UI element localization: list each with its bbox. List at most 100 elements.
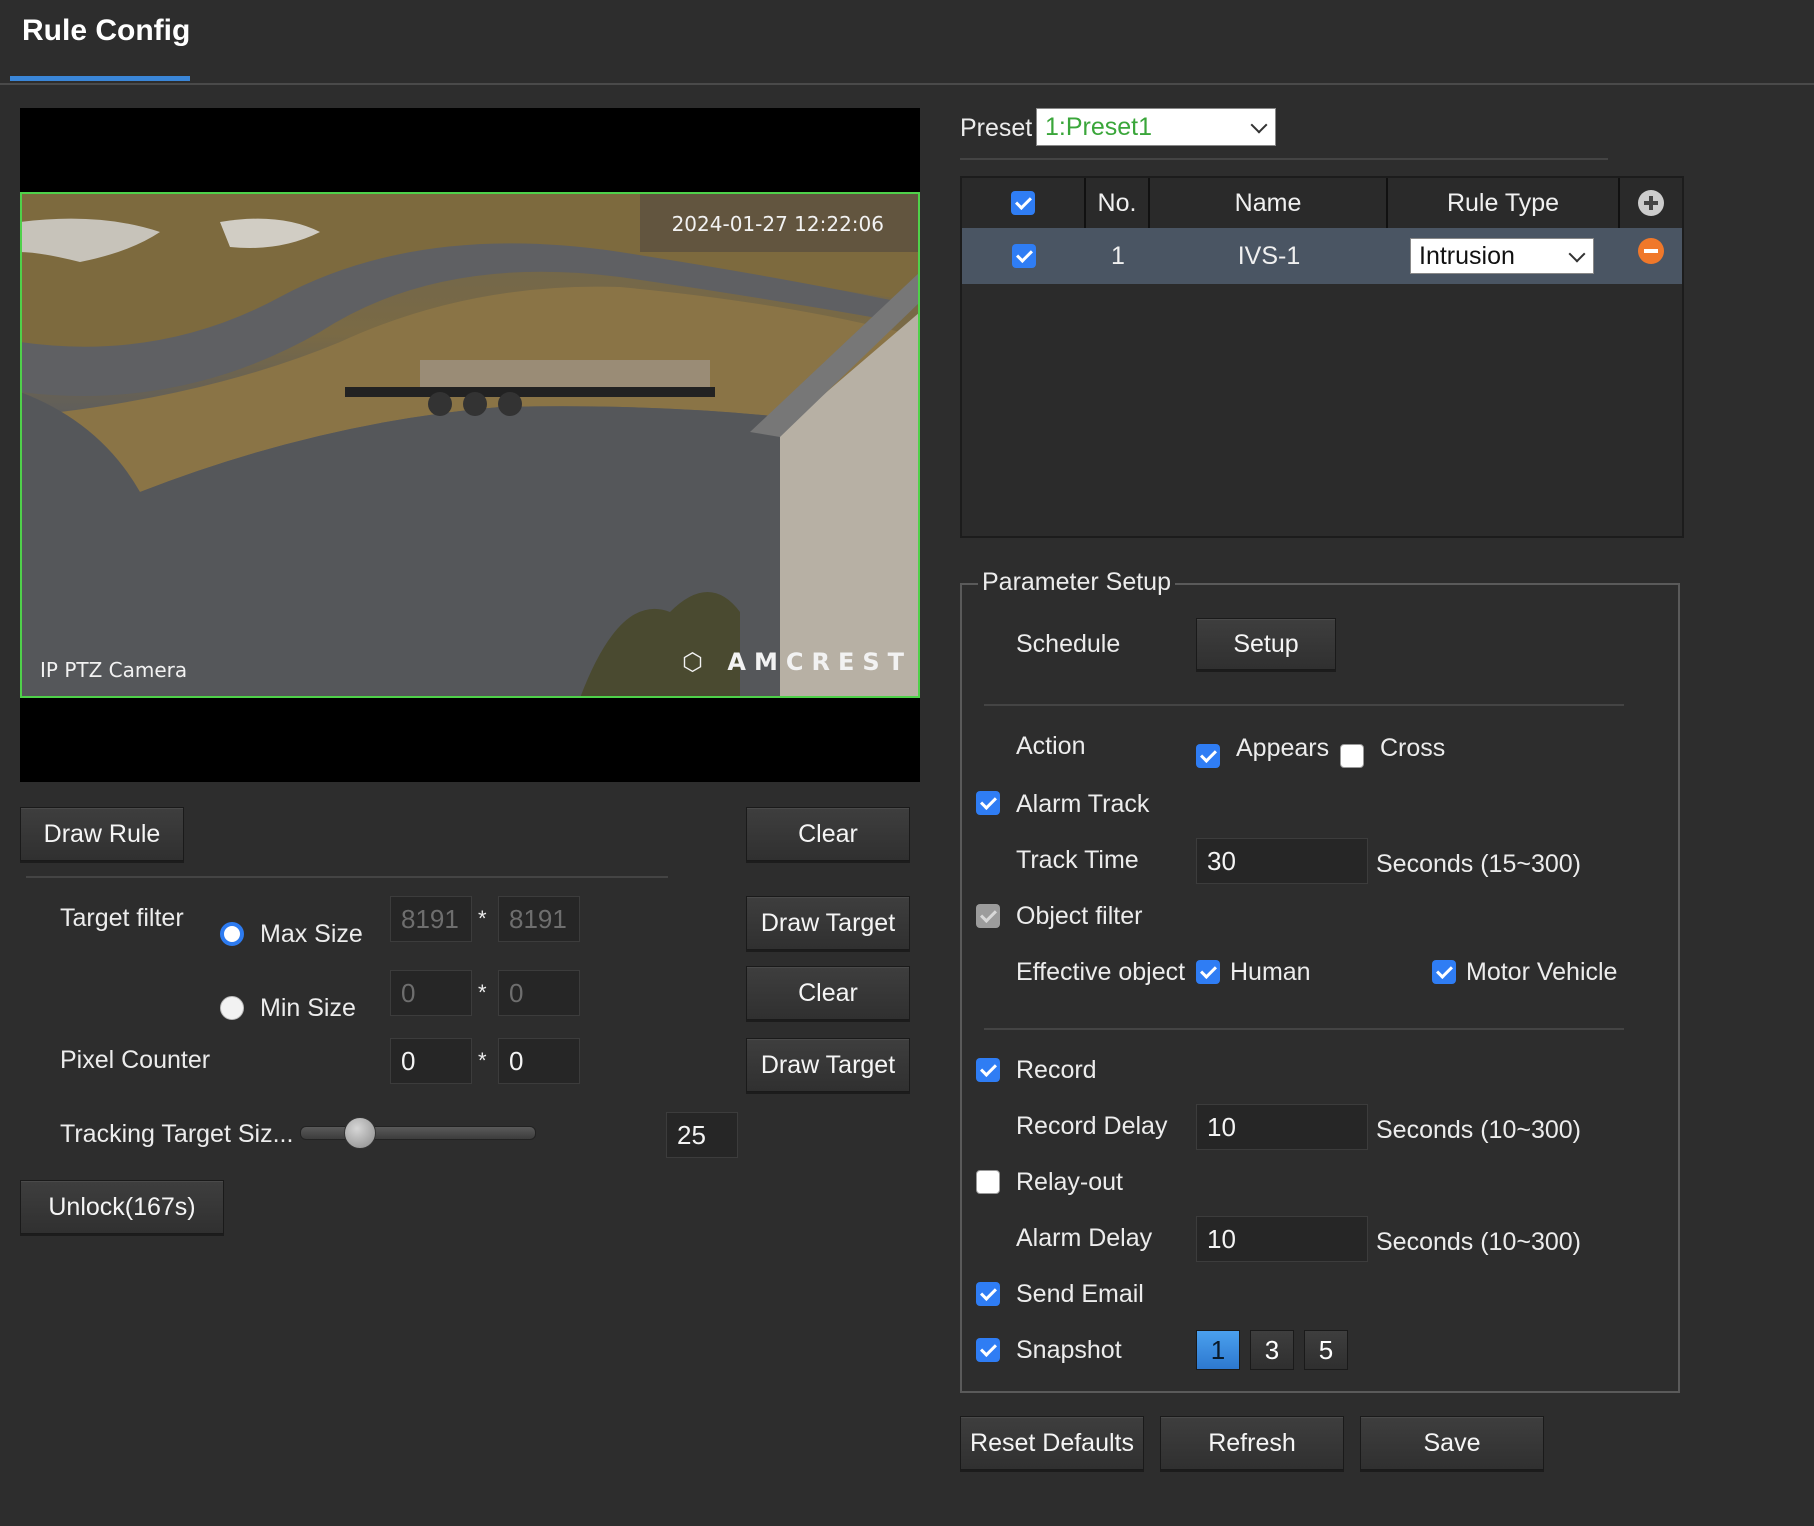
object-filter-label: Object filter (1016, 902, 1143, 930)
effective-object-label: Effective object (1016, 958, 1186, 986)
rule-table-header: No. Name Rule Type (962, 178, 1682, 229)
alarm-delay-range: Seconds (10~300) (1376, 1228, 1582, 1256)
reset-defaults-button[interactable]: Reset Defaults (960, 1416, 1144, 1470)
record-delay-input[interactable]: 10 (1196, 1104, 1368, 1150)
snapshot-checkbox[interactable] (976, 1338, 1000, 1362)
alarm-delay-label: Alarm Delay (1016, 1224, 1153, 1252)
motor-vehicle-label: Motor Vehicle (1466, 958, 1618, 986)
chevron-down-icon (1250, 116, 1268, 134)
snapshot-option-1[interactable]: 1 (1196, 1330, 1240, 1370)
header-add (1620, 178, 1682, 228)
schedule-setup-button[interactable]: Setup (1196, 618, 1336, 670)
preset-label: Preset (960, 114, 1033, 142)
header-divider (0, 83, 1814, 85)
parameter-setup-legend: Parameter Setup (978, 568, 1175, 597)
camera-scene-image (20, 192, 920, 698)
cross-label: Cross (1380, 734, 1446, 762)
param-divider-2 (984, 1028, 1624, 1030)
rule-type-value: Intrusion (1419, 241, 1515, 270)
send-email-label: Send Email (1016, 1280, 1144, 1308)
param-divider-1 (984, 704, 1624, 706)
send-email-checkbox[interactable] (976, 1282, 1000, 1306)
target-filter-label: Target filter (60, 904, 184, 932)
snapshot-label: Snapshot (1016, 1336, 1122, 1364)
max-size-width-input[interactable]: 8191 (390, 896, 472, 942)
record-delay-label: Record Delay (1016, 1112, 1168, 1140)
select-all-checkbox[interactable] (1011, 191, 1035, 215)
track-time-range: Seconds (15~300) (1376, 850, 1582, 878)
max-size-height-input[interactable]: 8191 (498, 896, 580, 942)
size-separator: * (478, 906, 487, 931)
camera-scene (20, 192, 920, 698)
header-no: No. (1086, 178, 1150, 228)
track-time-label: Track Time (1016, 846, 1139, 874)
cross-checkbox[interactable] (1340, 744, 1364, 768)
osd-camera-name: IP PTZ Camera (40, 658, 188, 682)
brand-hex-icon: ⬡ (682, 648, 728, 676)
track-time-input[interactable]: 30 (1196, 838, 1368, 884)
preset-divider (960, 158, 1608, 160)
draw-rule-button[interactable]: Draw Rule (20, 807, 184, 861)
size-separator: * (478, 1048, 487, 1073)
preset-select[interactable]: 1:Preset1 (1036, 108, 1276, 146)
rule-table: No. Name Rule Type 1 IVS-1 Intrusion (960, 176, 1684, 538)
min-size-width-input[interactable]: 0 (390, 970, 472, 1016)
min-size-radio[interactable] (220, 996, 244, 1020)
tracking-size-value[interactable]: 25 (666, 1112, 738, 1158)
pixel-counter-height[interactable]: 0 (498, 1038, 580, 1084)
human-checkbox[interactable] (1196, 960, 1220, 984)
appears-label: Appears (1236, 734, 1330, 762)
relay-out-label: Relay-out (1016, 1168, 1123, 1196)
unlock-button[interactable]: Unlock(167s) (20, 1180, 224, 1234)
relay-out-checkbox[interactable] (976, 1170, 1000, 1194)
draw-target-button-2[interactable]: Draw Target (746, 1038, 910, 1092)
tab-rule-config[interactable]: Rule Config (22, 14, 190, 48)
alarm-delay-input[interactable]: 10 (1196, 1216, 1368, 1262)
schedule-label: Schedule (1016, 630, 1121, 658)
min-size-height-input[interactable]: 0 (498, 970, 580, 1016)
osd-timestamp: 2024-01-27 12:22:06 (671, 212, 884, 236)
tracking-size-slider[interactable] (300, 1126, 536, 1140)
alarm-track-label: Alarm Track (1016, 790, 1150, 818)
max-size-label: Max Size (260, 920, 363, 948)
draw-target-button-1[interactable]: Draw Target (746, 896, 910, 950)
pixel-counter-label: Pixel Counter (60, 1046, 211, 1074)
tracking-target-size-label: Tracking Target Siz... (60, 1120, 294, 1148)
motor-vehicle-checkbox[interactable] (1432, 960, 1456, 984)
size-separator: * (478, 980, 487, 1005)
clear-target-button[interactable]: Clear (746, 966, 910, 1020)
object-filter-checkbox (976, 904, 1000, 928)
chevron-down-icon (1568, 245, 1586, 263)
table-row[interactable]: 1 IVS-1 Intrusion (962, 228, 1682, 284)
min-size-label: Min Size (260, 994, 356, 1022)
snapshot-option-3[interactable]: 3 (1250, 1330, 1294, 1370)
human-label: Human (1230, 958, 1311, 986)
record-checkbox[interactable] (976, 1058, 1000, 1082)
alarm-track-checkbox[interactable] (976, 791, 1000, 815)
clear-rule-button[interactable]: Clear (746, 807, 910, 861)
tracking-size-slider-handle[interactable] (343, 1117, 376, 1149)
osd-brand-logo: ⬡ AMCREST (682, 648, 912, 676)
action-label: Action (1016, 732, 1086, 760)
record-label: Record (1016, 1056, 1097, 1084)
record-delay-range: Seconds (10~300) (1376, 1116, 1582, 1144)
brand-text: AMCREST (727, 648, 912, 676)
row-checkbox[interactable] (1012, 244, 1036, 268)
row-no: 1 (1111, 241, 1125, 270)
rule-type-select[interactable]: Intrusion (1410, 238, 1594, 274)
pixel-counter-width[interactable]: 0 (390, 1038, 472, 1084)
appears-checkbox[interactable] (1196, 744, 1220, 768)
header-name: Name (1150, 178, 1388, 228)
max-size-radio[interactable] (220, 922, 244, 946)
left-divider (26, 876, 668, 878)
video-preview[interactable]: 2024-01-27 12:22:06 IP PTZ Camera ⬡ AMCR… (20, 108, 920, 782)
preset-selected-value: 1:Preset1 (1045, 112, 1153, 141)
row-name[interactable]: IVS-1 (1150, 228, 1388, 284)
refresh-button[interactable]: Refresh (1160, 1416, 1344, 1470)
snapshot-option-5[interactable]: 5 (1304, 1330, 1348, 1370)
add-rule-icon[interactable] (1638, 190, 1664, 216)
delete-rule-icon[interactable] (1638, 238, 1664, 264)
save-button[interactable]: Save (1360, 1416, 1544, 1470)
active-tab-indicator (10, 76, 190, 81)
header-select-all (962, 178, 1086, 228)
